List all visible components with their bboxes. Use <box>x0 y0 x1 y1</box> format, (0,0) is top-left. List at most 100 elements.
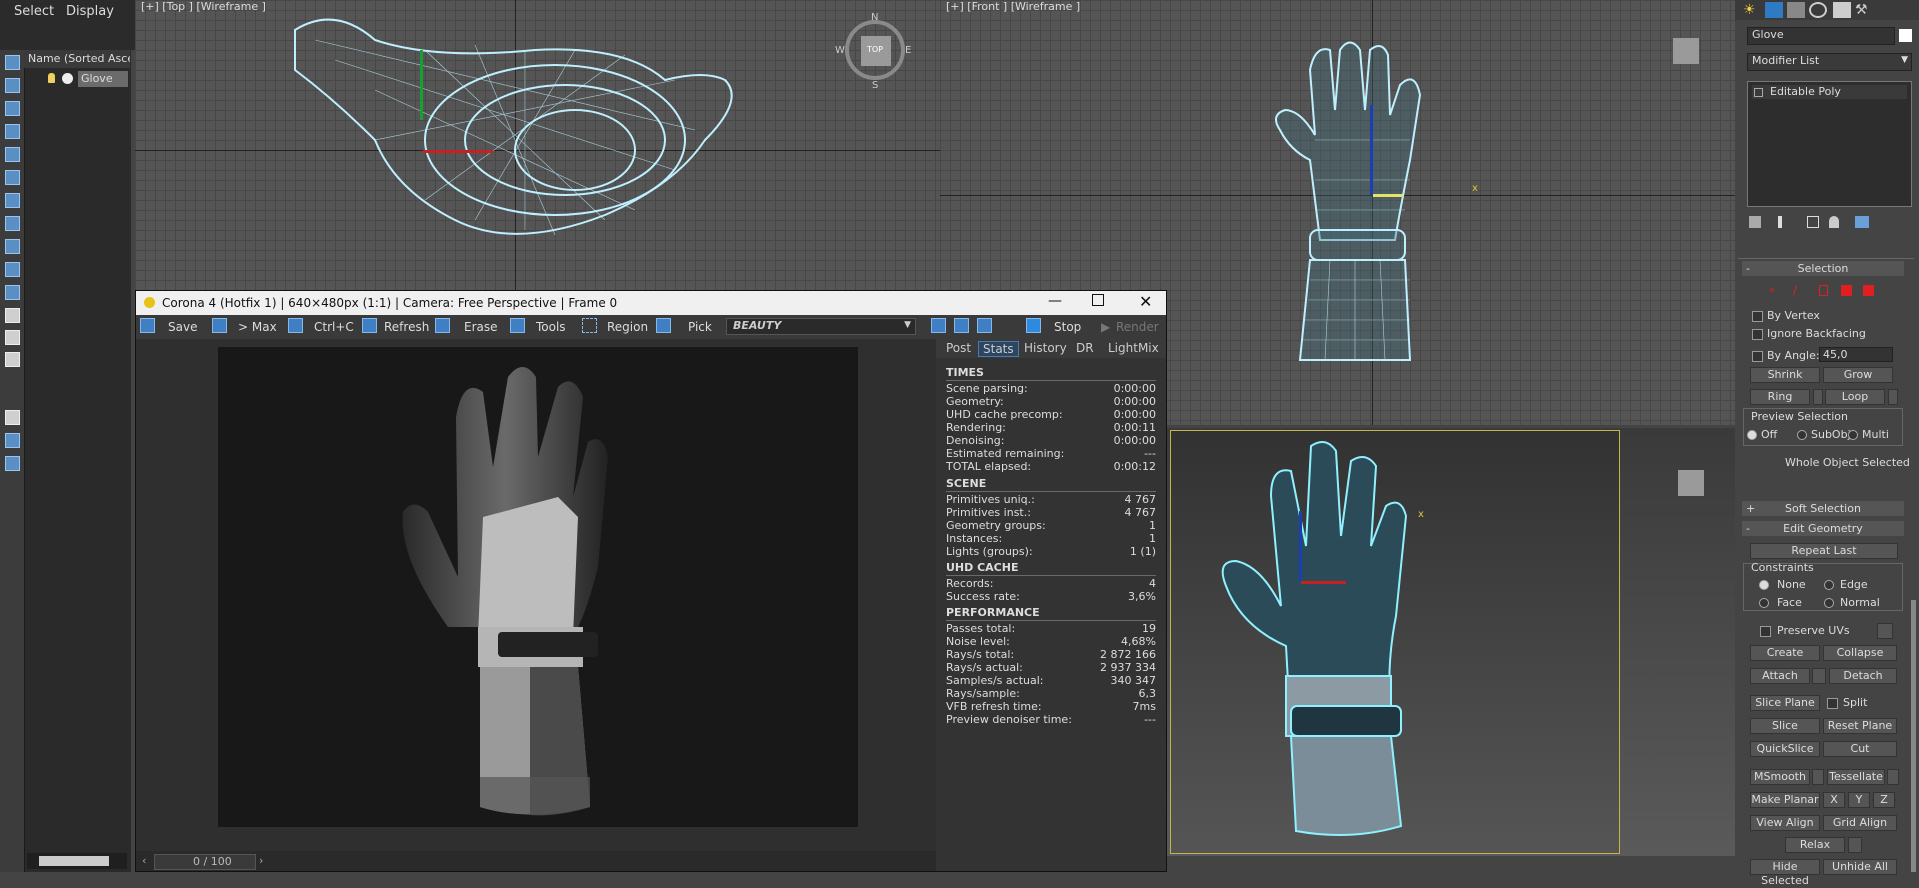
prev-frame-icon[interactable]: ‹ <box>142 854 146 867</box>
preview-off-radio[interactable] <box>1747 430 1757 440</box>
stop-icon[interactable] <box>1026 318 1041 333</box>
tab-history[interactable]: History <box>1024 341 1067 355</box>
scrollbar-thumb[interactable] <box>39 856 109 866</box>
loop-spinner[interactable] <box>1888 389 1898 405</box>
stack-item-editable-poly[interactable]: Editable Poly <box>1752 85 1907 99</box>
zoom-in-icon[interactable] <box>931 318 946 333</box>
attach-button[interactable]: Attach <box>1750 668 1810 684</box>
max-button[interactable]: > Max <box>238 320 277 334</box>
modify-tab-icon[interactable] <box>1765 2 1783 18</box>
menu-select[interactable]: Select <box>14 4 54 19</box>
select-objects-icon[interactable] <box>5 55 20 70</box>
viewcube-top-face[interactable]: TOP <box>861 36 891 66</box>
viewcube[interactable] <box>1673 38 1699 64</box>
constraint-none-radio[interactable] <box>1759 580 1769 590</box>
light-bulb-icon[interactable] <box>48 73 55 83</box>
minimize-icon[interactable]: — <box>1048 293 1062 309</box>
scene-explorer-header[interactable]: Name (Sorted Ascen <box>24 50 130 68</box>
vertex-mode-icon[interactable]: ∘ <box>1768 283 1776 297</box>
frozen-filter-icon[interactable] <box>5 352 20 367</box>
preview-subobj-radio[interactable] <box>1797 430 1807 440</box>
pick-icon[interactable] <box>656 318 671 333</box>
viewport-top[interactable]: [+] [Top ] [Wireframe ] TOP N S E W <box>135 0 940 290</box>
zoom-fit-icon[interactable] <box>977 318 992 333</box>
tab-post[interactable]: Post <box>946 341 971 355</box>
lights-filter-icon[interactable] <box>5 170 20 185</box>
filter-icon[interactable] <box>5 410 20 425</box>
object-color-swatch[interactable] <box>1899 29 1912 42</box>
hierarchy-tab-icon[interactable] <box>1787 2 1805 18</box>
polygon-mode-icon[interactable] <box>1841 285 1852 296</box>
loop-button[interactable]: Loop <box>1825 389 1885 405</box>
by-angle-spinner[interactable]: 45,0 <box>1819 347 1893 362</box>
copy-icon[interactable] <box>288 318 303 333</box>
render-element-select[interactable]: BEAUTY ▼ <box>726 318 916 335</box>
menu-display[interactable]: Display <box>66 4 114 19</box>
repeat-last-button[interactable]: Repeat Last <box>1750 543 1898 559</box>
region-button[interactable]: Region <box>607 320 648 334</box>
refresh-button[interactable]: Refresh <box>384 320 429 334</box>
render-area[interactable] <box>136 339 936 849</box>
cameras-filter-icon[interactable] <box>5 193 20 208</box>
make-planar-button[interactable]: Make Planar <box>1750 792 1820 808</box>
tab-stats[interactable]: Stats <box>978 341 1019 357</box>
msmooth-settings-icon[interactable] <box>1812 769 1824 785</box>
geometry-filter-icon[interactable] <box>5 124 20 139</box>
remove-modifier-icon[interactable] <box>1829 216 1839 228</box>
groups-filter-icon[interactable] <box>5 262 20 277</box>
tessellate-settings-icon[interactable] <box>1887 769 1899 785</box>
configure-modifier-sets-icon[interactable] <box>1855 216 1869 228</box>
edge-mode-icon[interactable]: ∕ <box>1793 283 1797 297</box>
viewport-front-label[interactable]: [+] [Front ] [Wireframe ] <box>946 0 1080 13</box>
unhide-all-button[interactable]: Unhide All <box>1823 859 1897 875</box>
quickslice-button[interactable]: QuickSlice <box>1750 741 1820 757</box>
shrink-button[interactable]: Shrink <box>1750 367 1820 383</box>
by-vertex-checkbox[interactable] <box>1752 311 1763 322</box>
rollout-selection[interactable]: - Selection <box>1742 261 1904 276</box>
rollout-soft-selection[interactable]: + Soft Selection <box>1742 501 1904 516</box>
view-align-button[interactable]: View Align <box>1750 815 1820 831</box>
ring-button[interactable]: Ring <box>1750 389 1810 405</box>
planar-x-button[interactable]: X <box>1823 792 1845 808</box>
next-frame-icon[interactable]: › <box>259 854 263 867</box>
explorer-options-icon[interactable] <box>5 456 20 471</box>
constraint-face-radio[interactable] <box>1759 598 1769 608</box>
render-button[interactable]: Render <box>1116 320 1159 334</box>
constraint-edge-radio[interactable] <box>1824 580 1834 590</box>
slice-button[interactable]: Slice <box>1750 718 1820 734</box>
border-mode-icon[interactable] <box>1819 285 1828 296</box>
attach-settings-icon[interactable] <box>1812 668 1826 684</box>
planar-y-button[interactable]: Y <box>1848 792 1870 808</box>
planar-z-button[interactable]: Z <box>1873 792 1895 808</box>
ignore-backfacing-checkbox[interactable] <box>1752 329 1763 340</box>
make-unique-icon[interactable] <box>1807 216 1819 228</box>
tools-icon[interactable] <box>510 318 525 333</box>
tessellate-button[interactable]: Tessellate <box>1827 769 1885 785</box>
preserve-uvs-checkbox[interactable] <box>1760 626 1771 637</box>
slice-plane-button[interactable]: Slice Plane <box>1750 695 1820 711</box>
xrefs-filter-icon[interactable] <box>5 285 20 300</box>
show-end-result-icon[interactable] <box>1778 216 1782 228</box>
helpers-filter-icon[interactable] <box>5 216 20 231</box>
layer-manager-icon[interactable] <box>5 433 20 448</box>
grid-align-button[interactable]: Grid Align <box>1823 815 1897 831</box>
detach-button[interactable]: Detach <box>1829 668 1897 684</box>
split-checkbox[interactable] <box>1827 698 1838 709</box>
region-icon[interactable] <box>582 318 597 333</box>
element-mode-icon[interactable] <box>1863 285 1874 296</box>
stop-button[interactable]: Stop <box>1054 320 1081 334</box>
erase-icon[interactable] <box>435 318 450 333</box>
maximize-icon[interactable] <box>1092 294 1104 306</box>
relax-settings-icon[interactable] <box>1848 837 1862 853</box>
tab-dr[interactable]: DR <box>1076 341 1094 355</box>
msmooth-button[interactable]: MSmooth <box>1750 769 1810 785</box>
containers-filter-icon[interactable] <box>5 330 20 345</box>
save-icon[interactable] <box>140 318 155 333</box>
save-button[interactable]: Save <box>168 320 197 334</box>
viewcube[interactable] <box>1678 470 1704 496</box>
expand-icon[interactable] <box>1754 88 1763 97</box>
viewport-top-label[interactable]: [+] [Top ] [Wireframe ] <box>141 0 266 13</box>
create-tab-icon[interactable]: ☀ <box>1743 2 1761 18</box>
display-none-icon[interactable] <box>5 78 20 93</box>
refresh-icon[interactable] <box>362 318 377 333</box>
